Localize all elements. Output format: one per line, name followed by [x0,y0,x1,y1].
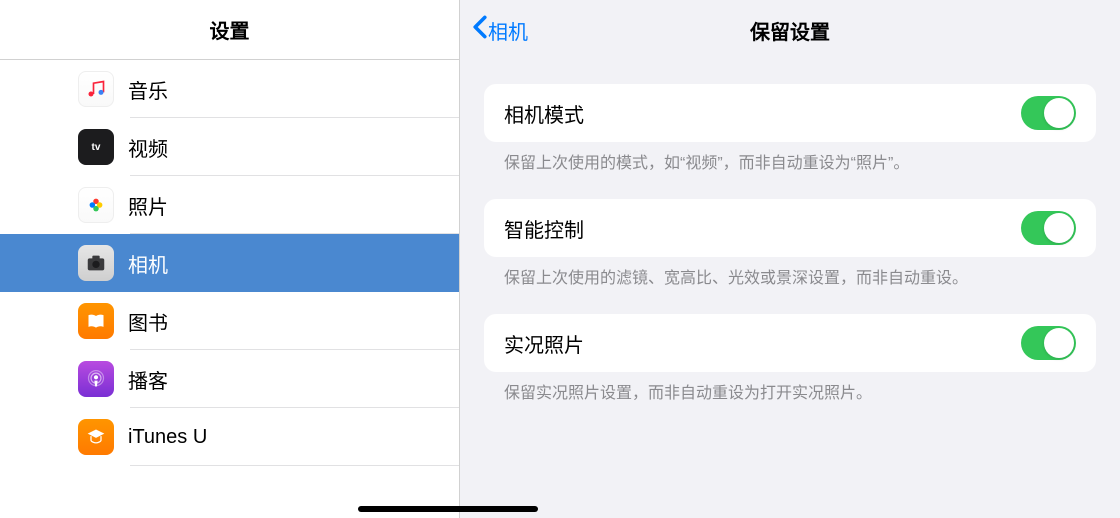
sidebar-item-label: 照片 [128,191,168,220]
setting-group-smart-control: 智能控制 保留上次使用的滤镜、宽高比、光效或景深设置，而非自动重设。 [484,199,1096,290]
back-button[interactable]: 相机 [472,14,528,46]
detail-pane: 相机 保留设置 相机模式 保留上次使用的模式，如“视频”，而非自动重设为“照片”… [460,0,1120,518]
back-label: 相机 [488,16,528,45]
sidebar-item-video[interactable]: tv 视频 [0,118,459,176]
toggle-camera-mode[interactable] [1021,96,1076,130]
sidebar-item-label: 播客 [128,365,168,394]
detail-title: 保留设置 [460,16,1120,45]
home-indicator[interactable] [358,506,538,512]
sidebar-item-books[interactable]: 图书 [0,292,459,350]
camera-icon [78,245,114,281]
toggle-smart-control[interactable] [1021,211,1076,245]
detail-header: 相机 保留设置 [460,0,1120,60]
sidebar-item-label: iTunes U [128,426,207,449]
setting-row: 实况照片 [484,314,1096,372]
setting-group-live-photo: 实况照片 保留实况照片设置，而非自动重设为打开实况照片。 [484,314,1096,405]
sidebar-item-label: 图书 [128,307,168,336]
chevron-left-icon [472,14,488,46]
setting-label: 智能控制 [504,214,584,243]
sidebar-item-camera[interactable]: 相机 [0,234,459,292]
setting-row: 智能控制 [484,199,1096,257]
setting-footer: 保留上次使用的模式，如“视频”，而非自动重设为“照片”。 [484,142,1096,175]
setting-label: 实况照片 [504,329,584,358]
music-icon [78,71,114,107]
toggle-live-photo[interactable] [1021,326,1076,360]
sidebar-title: 设置 [210,15,250,44]
setting-label: 相机模式 [504,99,584,128]
sidebar-item-label: 相机 [128,249,168,278]
sidebar-item-label: 音乐 [128,75,168,104]
detail-content: 相机模式 保留上次使用的模式，如“视频”，而非自动重设为“照片”。 智能控制 保… [460,60,1120,518]
books-icon [78,303,114,339]
sidebar-item-label: 视频 [128,133,168,162]
setting-footer: 保留上次使用的滤镜、宽高比、光效或景深设置，而非自动重设。 [484,257,1096,290]
settings-sidebar: 设置 音乐 tv 视频 照片 相机 [0,0,460,518]
sidebar-item-itunesu[interactable]: iTunes U [0,408,459,466]
itunesu-icon [78,419,114,455]
sidebar-item-photos[interactable]: 照片 [0,176,459,234]
sidebar-header: 设置 [0,0,459,60]
setting-group-camera-mode: 相机模式 保留上次使用的模式，如“视频”，而非自动重设为“照片”。 [484,84,1096,175]
photos-icon [78,187,114,223]
video-icon: tv [78,129,114,165]
sidebar-list: 音乐 tv 视频 照片 相机 图书 [0,60,459,518]
sidebar-item-music[interactable]: 音乐 [0,60,459,118]
setting-row: 相机模式 [484,84,1096,142]
podcast-icon [78,361,114,397]
setting-footer: 保留实况照片设置，而非自动重设为打开实况照片。 [484,372,1096,405]
sidebar-item-podcast[interactable]: 播客 [0,350,459,408]
